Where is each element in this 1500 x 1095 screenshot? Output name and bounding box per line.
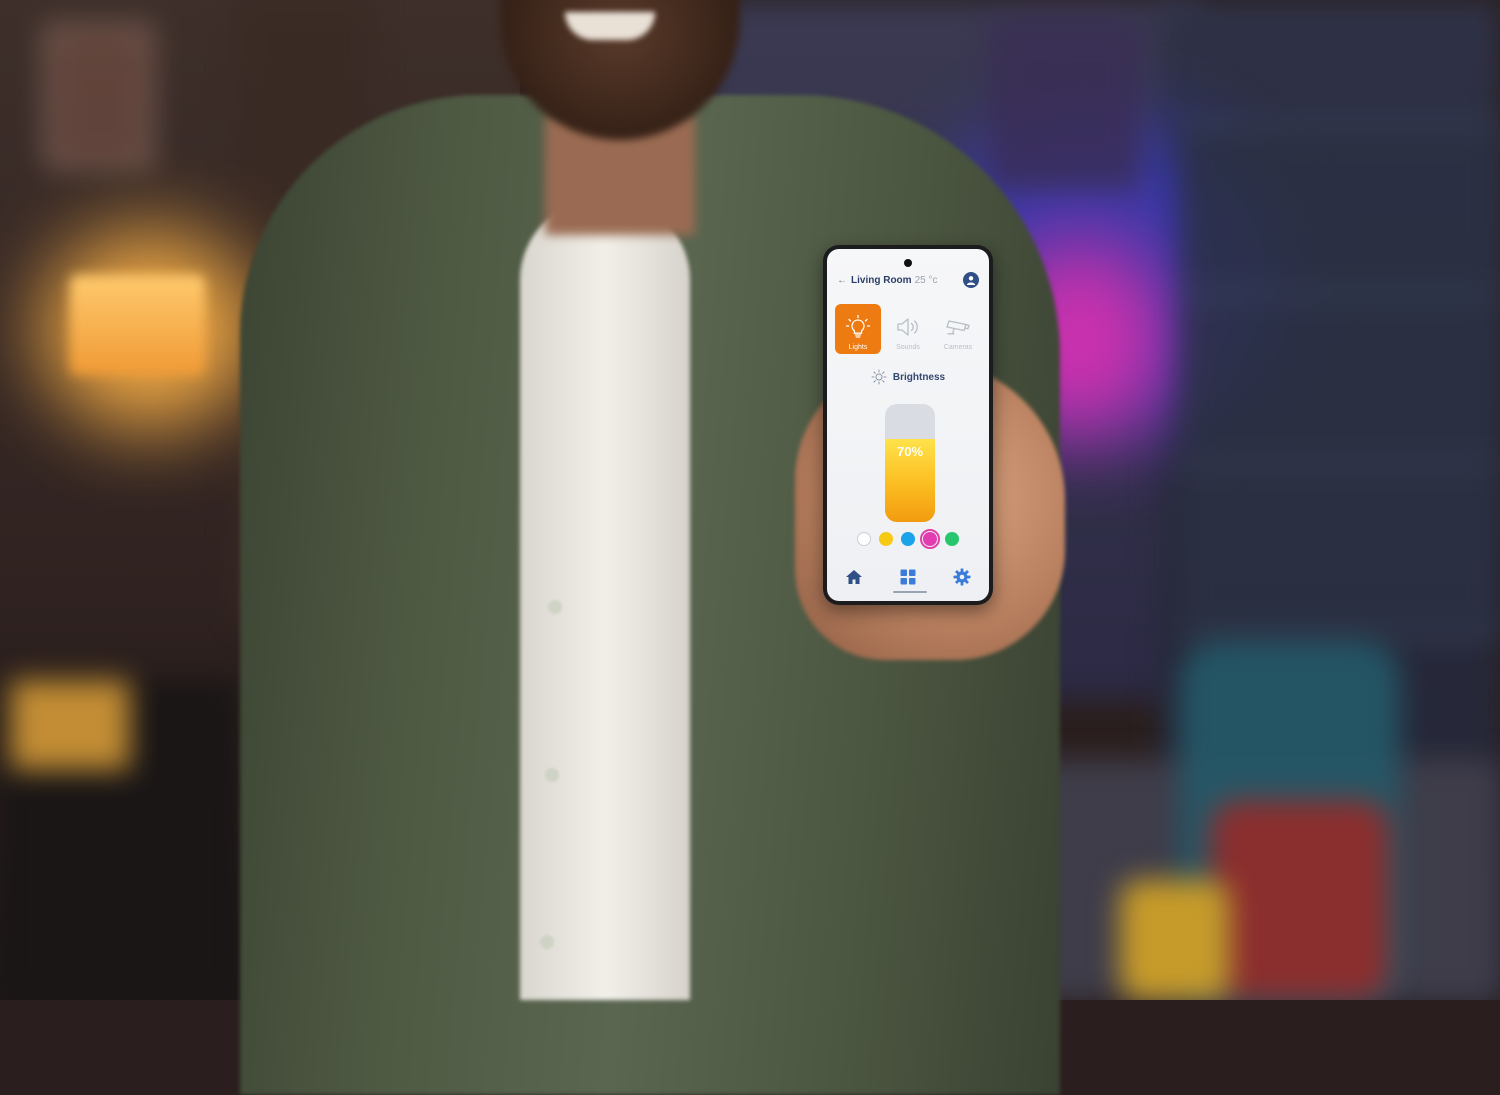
color-swatch-white[interactable] xyxy=(857,532,871,546)
color-swatch-pink[interactable] xyxy=(920,529,940,549)
color-swatch-yellow[interactable] xyxy=(879,532,893,546)
device-category-tabs: Lights Sounds Cameras xyxy=(835,304,981,354)
tab-lights[interactable]: Lights xyxy=(835,304,881,354)
security-camera-icon xyxy=(946,320,970,335)
home-indicator xyxy=(893,591,927,593)
bottom-navigation xyxy=(827,567,989,587)
color-swatch-green[interactable] xyxy=(945,532,959,546)
sun-icon xyxy=(871,369,887,385)
phone-screen: ← Living Room 25 °c Lights Sounds Camera… xyxy=(827,249,989,601)
brightness-value: 70% xyxy=(896,444,924,459)
gear-icon[interactable] xyxy=(952,567,972,587)
home-icon[interactable] xyxy=(844,567,864,587)
arrow-left-icon[interactable]: ← xyxy=(837,275,847,286)
shirt-button xyxy=(545,768,559,782)
tab-label: Lights xyxy=(848,344,868,351)
smile xyxy=(565,12,655,40)
tab-sounds[interactable]: Sounds xyxy=(885,304,931,354)
room-title: Living Room xyxy=(851,274,912,286)
tab-label: Sounds xyxy=(896,344,920,351)
color-swatch-blue[interactable] xyxy=(901,532,915,546)
app-header: ← Living Room 25 °c xyxy=(837,271,979,289)
white-tshirt xyxy=(520,200,690,1000)
color-picker xyxy=(827,529,989,549)
brightness-label: Brightness xyxy=(892,371,946,383)
grid-icon[interactable] xyxy=(898,567,918,587)
tab-cameras[interactable]: Cameras xyxy=(935,304,981,354)
lightbulb-icon xyxy=(845,314,871,338)
speaker-icon xyxy=(897,318,918,336)
brightness-slider[interactable]: 70% xyxy=(885,404,935,522)
brightness-header: Brightness xyxy=(827,369,989,385)
temperature-readout: 25 °c xyxy=(914,274,938,286)
front-camera xyxy=(904,259,912,267)
person xyxy=(0,0,1500,1095)
user-avatar-icon[interactable] xyxy=(963,272,979,288)
smartphone: ← Living Room 25 °c Lights Sounds Camera… xyxy=(823,245,993,605)
shirt-button xyxy=(540,935,554,949)
shirt-button xyxy=(548,600,562,614)
tab-label: Cameras xyxy=(943,344,973,351)
